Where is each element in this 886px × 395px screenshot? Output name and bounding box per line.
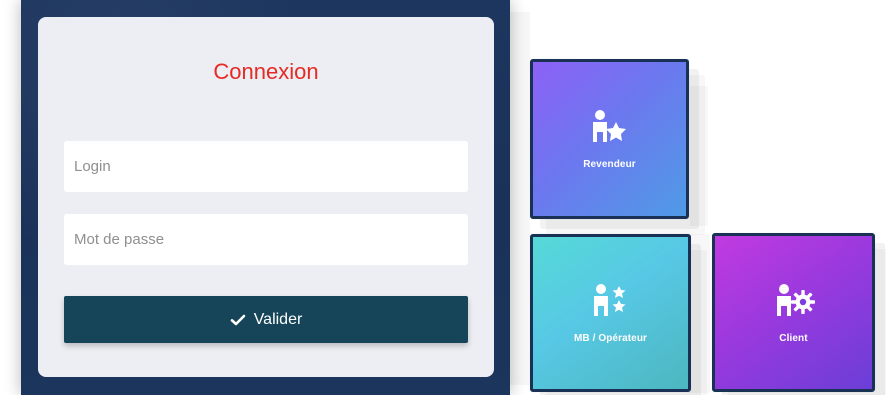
shadow-block [690,234,710,393]
password-input[interactable] [64,214,468,265]
tile-client[interactable]: Client [712,233,875,392]
screen: Connexion Valider Re [0,0,886,395]
reseller-icon [588,108,632,146]
login-panel: Connexion Valider [21,0,510,395]
shadow-block [690,86,708,226]
tile-label: MB / Opérateur [573,333,648,344]
shadow-block [508,12,530,385]
client-settings-icon [772,282,816,320]
tile-client-content: Client [715,236,872,389]
tile-revendeur[interactable]: Revendeur [530,59,689,219]
check-icon [230,312,246,328]
login-title: Connexion [213,59,319,84]
submit-label: Valider [253,310,303,328]
operator-icon [589,282,633,320]
tile-operator[interactable]: MB / Opérateur [530,234,691,392]
login-card: Connexion Valider [38,17,494,377]
tile-operator-content: MB / Opérateur [533,237,688,389]
submit-button[interactable]: Valider [64,296,468,343]
tile-label: Client [779,332,808,344]
tile-revendeur-content: Revendeur [533,62,686,216]
login-input[interactable] [64,141,468,192]
tile-label: Revendeur [583,159,636,170]
